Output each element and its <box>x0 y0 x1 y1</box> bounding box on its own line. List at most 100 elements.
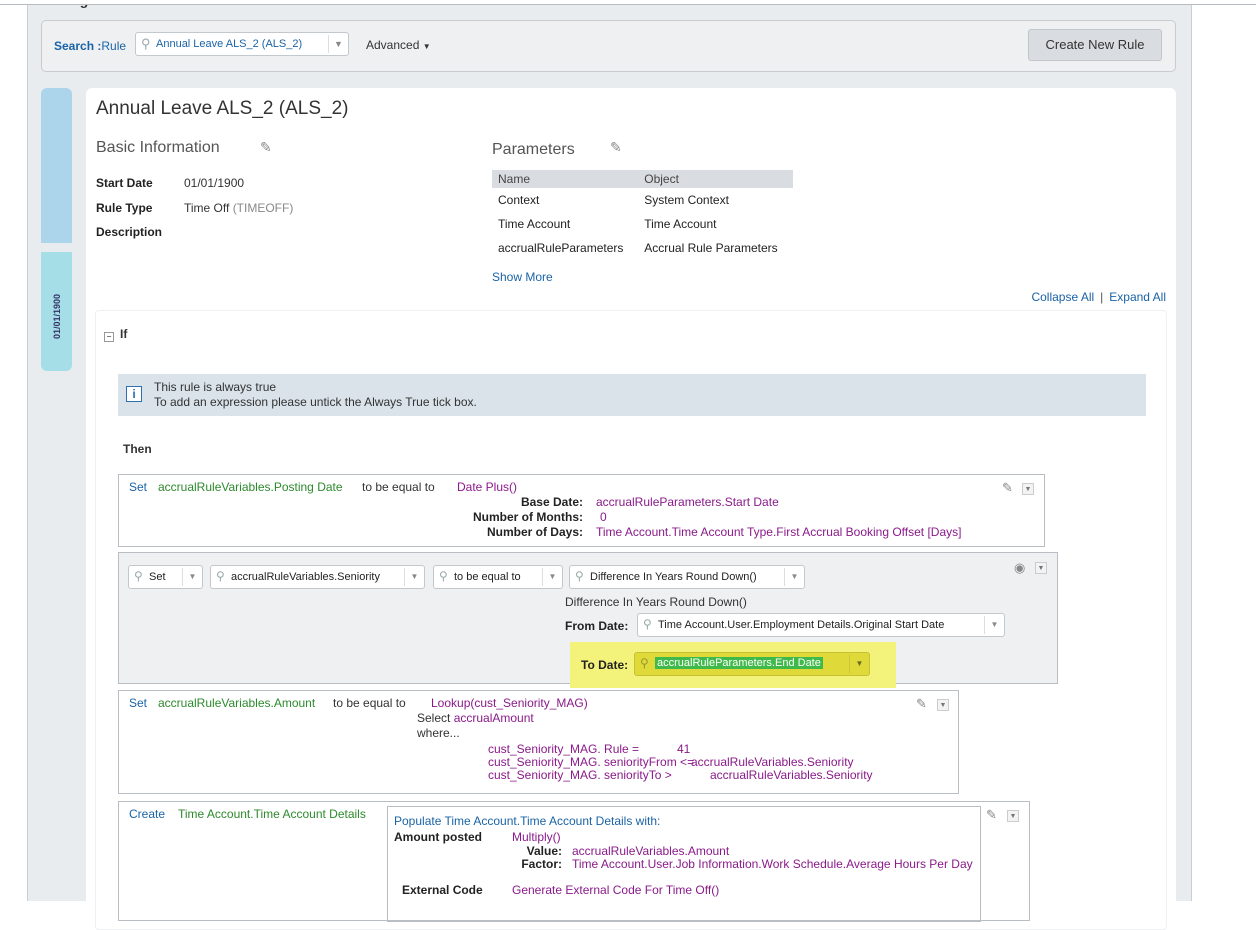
expand-all-link[interactable]: Expand All <box>1109 290 1166 304</box>
months-value: 0 <box>600 510 607 524</box>
statement-menu-icon[interactable]: ▼ <box>937 699 949 711</box>
parameters-title: Parameters <box>492 141 575 158</box>
statement-menu-icon[interactable]: ▼ <box>1035 562 1047 574</box>
rule-search-value: Annual Leave ALS_2 (ALS_2) <box>156 38 303 50</box>
operator-label: to be equal to <box>362 480 435 494</box>
table-row: accrualRuleParameters Accrual Rule Param… <box>498 241 778 255</box>
chevron-down-icon[interactable]: ▼ <box>182 568 202 586</box>
edit-parameters-icon[interactable]: ✎ <box>610 139 622 156</box>
operator-combo[interactable]: ⚲ to be equal to ▼ <box>433 565 563 589</box>
create-keyword: Create <box>129 807 166 821</box>
amount-statement[interactable]: Set accrualRuleVariables.Amount to be eq… <box>118 690 959 794</box>
external-code-label: External Code <box>402 883 483 897</box>
start-date-row: Start Date 01/01/1900 <box>96 176 245 190</box>
date-plus-func: Date Plus() <box>457 480 518 494</box>
chevron-down-icon[interactable]: ▼ <box>404 568 424 586</box>
condition-1-value: 41 <box>677 742 691 756</box>
search-icon: ⚲ <box>640 656 649 670</box>
timeline-bar[interactable] <box>41 88 72 243</box>
chevron-down-icon[interactable]: ▼ <box>784 568 804 586</box>
timeline-date-label: 01/01/1900 <box>52 293 62 339</box>
base-date-value: accrualRuleParameters.Start Date <box>596 495 779 509</box>
show-more-link[interactable]: Show More <box>492 270 553 284</box>
rule-search-combo[interactable]: ⚲ Annual Leave ALS_2 (ALS_2) ▼ <box>135 32 349 56</box>
create-target: Time Account.Time Account Details <box>178 807 366 821</box>
create-new-rule-button[interactable]: Create New Rule <box>1028 29 1162 61</box>
search-label: Search :Rule <box>54 39 127 53</box>
divider: | <box>1100 290 1104 304</box>
select-line: Select accrualAmount <box>417 711 534 725</box>
statement-menu-icon[interactable]: ▼ <box>1022 483 1034 495</box>
function-combo[interactable]: ⚲ Difference In Years Round Down() ▼ <box>569 565 805 589</box>
to-date-label: To Date: <box>581 658 629 672</box>
from-date-combo[interactable]: ⚲ Time Account.User.Employment Details.Or… <box>637 613 1005 637</box>
edit-basic-info-icon[interactable]: ✎ <box>260 139 272 156</box>
factor-label: Factor: <box>521 857 562 871</box>
search-icon: ⚲ <box>439 569 448 583</box>
months-label: Number of Months: <box>473 510 583 524</box>
edit-statement-icon[interactable]: ✎ <box>1002 480 1013 496</box>
statement-menu-icon[interactable]: ▼ <box>1007 810 1019 822</box>
posting-date-target: accrualRuleVariables.Posting Date <box>158 480 343 494</box>
edit-statement-icon[interactable]: ✎ <box>986 807 997 823</box>
caret-down-icon: ▼ <box>422 42 431 51</box>
set-keyword: Set <box>129 696 148 710</box>
condition-3: cust_Seniority_MAG. seniorityTo > <box>488 768 672 782</box>
collapse-all-link[interactable]: Collapse All <box>1031 290 1094 304</box>
info-line2: To add an expression please untick the A… <box>154 395 477 409</box>
rule-title: Annual Leave ALS_2 (ALS_2) <box>96 98 349 119</box>
collapse-toggle-icon[interactable]: − <box>104 332 114 342</box>
chevron-down-icon[interactable]: ▼ <box>328 35 348 53</box>
description-row: Description <box>96 225 163 239</box>
top-border <box>0 0 1256 5</box>
target-combo[interactable]: ⚲ accrualRuleVariables.Seniority ▼ <box>210 565 425 589</box>
condition-1: cust_Seniority_MAG. Rule = <box>488 742 640 756</box>
set-combo[interactable]: ⚲ Set ▼ <box>128 565 203 589</box>
advanced-dropdown[interactable]: Advanced ▼ <box>366 38 431 52</box>
populate-heading: Populate Time Account.Time Account Detai… <box>394 814 661 828</box>
chevron-down-icon[interactable]: ▼ <box>542 568 562 586</box>
search-icon: ⚲ <box>141 36 151 51</box>
collapse-expand-links: Collapse All | Expand All <box>1031 290 1166 304</box>
base-date-label: Base Date: <box>520 495 583 509</box>
rule-type-row: Rule Type Time Off (TIMEOFF) <box>96 201 294 215</box>
to-date-combo[interactable]: ⚲ accrualRuleParameters.End Date ▼ <box>634 652 870 676</box>
rule-card: Annual Leave ALS_2 (ALS_2) Basic Informa… <box>86 88 1176 930</box>
amount-target: accrualRuleVariables.Amount <box>158 696 316 710</box>
param-header-object: Object <box>638 170 793 188</box>
then-label: Then <box>123 442 152 456</box>
from-date-label: From Date: <box>565 619 629 633</box>
condition-3-value: accrualRuleVariables.Seniority <box>710 768 873 782</box>
external-code-value: Generate External Code For Time Off() <box>512 883 720 897</box>
condition-2-value: accrualRuleVariables.Seniority <box>691 755 854 769</box>
chevron-down-icon[interactable]: ▼ <box>984 616 1004 634</box>
posting-date-statement[interactable]: Set accrualRuleVariables.Posting Date to… <box>118 474 1045 547</box>
timeline-date-tab[interactable]: 01/01/1900 <box>41 252 72 371</box>
set-keyword: Set <box>129 480 148 494</box>
always-true-info: i This rule is always true To add an exp… <box>118 374 1146 416</box>
function-title: Difference In Years Round Down() <box>565 595 747 609</box>
edit-statement-icon[interactable]: ✎ <box>916 696 927 712</box>
info-line1: This rule is always true <box>154 380 277 394</box>
seniority-statement-editor: ⚲ Set ▼ ⚲ accrualRuleVariables.Seniority ▼ ⚲… <box>118 552 1058 688</box>
table-row: Context System Context <box>498 193 729 207</box>
multiply-func: Multiply() <box>512 830 561 844</box>
operator-label: to be equal to <box>333 696 406 710</box>
amount-posted-label: Amount posted <box>394 830 482 844</box>
where-label: where... <box>417 726 460 740</box>
value-label: Value: <box>526 844 562 858</box>
create-details-statement[interactable]: Create Time Account.Time Account Details… <box>118 801 1030 922</box>
condition-2: cust_Seniority_MAG. seniorityFrom <= <box>488 755 695 769</box>
if-block: − If i This rule is always true To add an… <box>95 310 1167 930</box>
search-icon: ⚲ <box>575 569 584 583</box>
info-icon: i <box>126 386 142 402</box>
chevron-down-icon[interactable]: ▼ <box>849 655 869 673</box>
search-icon: ⚲ <box>216 569 225 583</box>
search-bar: Search :Rule ⚲ Annual Leave ALS_2 (ALS_2… <box>41 20 1176 72</box>
eye-icon[interactable]: ◉ <box>1014 560 1025 576</box>
days-label: Number of Days: <box>486 525 583 539</box>
days-value: Time Account.Time Account Type.First Acc… <box>596 525 962 539</box>
search-icon: ⚲ <box>643 617 652 631</box>
populate-box: Populate Time Account.Time Account Detai… <box>387 806 981 922</box>
param-header-name: Name <box>492 170 639 188</box>
